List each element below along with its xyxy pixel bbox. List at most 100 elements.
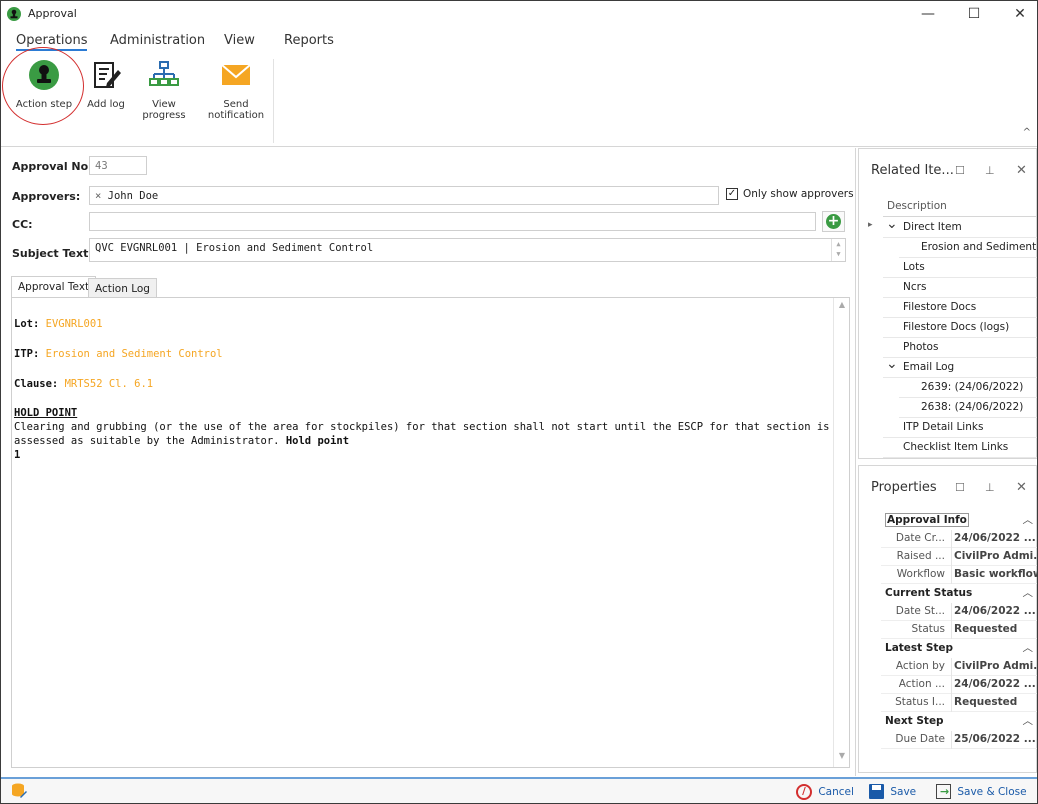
property-value: 24/06/2022 ... [951,530,1037,548]
approvers-field[interactable]: × John Doe [89,186,719,205]
property-key: Action by [895,660,945,672]
ribbon-collapse-icon[interactable]: ^ [1023,127,1031,138]
property-row[interactable]: Action by CivilPro Admi... [881,658,1037,676]
save-close-button[interactable]: → Save & Close [936,784,1027,799]
property-key: Date St... [895,605,945,617]
save-button[interactable]: Save [869,784,916,799]
approval-text-editor[interactable]: Lot: EVGNRL001 ITP: Erosion and Sediment… [11,297,850,768]
database-edit-icon[interactable] [11,783,27,799]
tree-item[interactable]: Photos [883,338,1037,358]
property-row[interactable]: Date Cr... 24/06/2022 ... [881,530,1037,548]
approval-no-label: Approval No: [12,160,93,173]
property-row[interactable]: Due Date 25/06/2022 ... [881,731,1037,749]
add-cc-button[interactable]: + [822,211,845,232]
only-show-approvers-checkbox[interactable]: ✓ [726,188,738,200]
chevron-up-icon[interactable]: ︿ [1023,713,1034,728]
remove-chip-icon[interactable]: × [95,190,101,202]
chevron-up-icon[interactable]: ︿ [1023,585,1034,600]
property-category[interactable]: Latest Step ︿ [881,640,1037,658]
float-icon[interactable]: ☐ [955,481,965,494]
property-key: Action ... [898,678,945,690]
subject-field[interactable]: QVC EVGNRL001 | Erosion and Sediment Con… [89,238,846,262]
clause-line: Clause: MRTS52 Cl. 6.1 [14,378,153,390]
subject-label: Subject Text: [12,247,93,260]
editor-scrollbar[interactable]: ▲ ▼ [833,298,849,767]
property-value: Basic workflow [951,566,1037,584]
cancel-icon: / [796,784,812,800]
add-log-button[interactable]: Add log [85,59,127,110]
related-items-title: Related Ite... [871,163,954,178]
property-value: 24/06/2022 ... [951,603,1037,621]
property-category[interactable]: Current Status ︿ [881,585,1037,603]
tree-item[interactable]: Erosion and Sediment ... [899,238,1037,258]
description-column-header[interactable]: Description [883,197,1037,217]
save-icon [869,784,884,799]
chevron-up-icon[interactable]: ︿ [1023,512,1034,527]
row-selector-icon[interactable]: ▸ [868,220,873,230]
view-progress-button[interactable]: View progress [129,59,199,121]
view-progress-label: View progress [142,99,186,121]
cc-field[interactable] [89,212,816,231]
scroll-up-icon[interactable]: ▲ [834,300,850,314]
ribbon-tabs: Operations Administration View Reports [1,27,1037,53]
send-notification-button[interactable]: Send notification [205,59,267,121]
minimize-button[interactable]: — [905,3,951,25]
property-row[interactable]: Raised ... CivilPro Admi... [881,548,1037,566]
clause-link[interactable]: MRTS52 Cl. 6.1 [65,378,154,390]
tree-item[interactable]: 2638: (24/06/2022) [899,398,1037,418]
lot-link[interactable]: EVGNRL001 [46,318,103,330]
property-row[interactable]: Action ... 24/06/2022 ... [881,676,1037,694]
chevron-down-icon[interactable]: ⌄ [886,218,898,232]
itp-link[interactable]: Erosion and Sediment Control [46,348,223,360]
pin-icon[interactable]: ⊥ [985,481,995,494]
properties-panel: Properties ☐ ⊥ ✕ Approval Info ︿ Date Cr..… [858,465,1037,773]
property-value: CivilPro Admi... [951,548,1037,566]
chevron-down-icon[interactable]: ⌄ [886,358,898,372]
hold-point-text: Clearing and grubbing (or the use of the… [14,420,832,462]
approval-no-field[interactable]: 43 [89,156,147,175]
tab-reports[interactable]: Reports [284,33,334,48]
close-panel-icon[interactable]: ✕ [1016,480,1027,495]
tree-item[interactable]: Checklist Item Links [883,438,1037,458]
float-icon[interactable]: ☐ [955,164,965,177]
maximize-button[interactable]: ☐ [951,3,997,25]
close-panel-icon[interactable]: ✕ [1016,163,1027,178]
save-close-label: Save & Close [957,785,1027,798]
property-row[interactable]: Workflow Basic workflow [881,566,1037,584]
scroll-down-icon[interactable]: ▼ [834,751,850,765]
property-key: Raised ... [896,550,945,562]
tree-item[interactable]: Filestore Docs [883,298,1037,318]
property-category[interactable]: Next Step ︿ [881,713,1037,731]
tree-item[interactable]: ⌄ Direct Item [883,218,1037,238]
window-title: Approval [28,7,77,20]
hold-point-number: 1 [14,449,21,461]
envelope-icon [221,64,251,85]
property-row[interactable]: Status Requested [881,621,1037,639]
tab-action-log[interactable]: Action Log [88,278,157,298]
tree-item[interactable]: Ncrs [883,278,1037,298]
tree-item[interactable]: ITP Detail Links [883,418,1037,438]
tree-item[interactable]: 2639: (24/06/2022) [899,378,1037,398]
tab-approval-text[interactable]: Approval Text [11,276,97,298]
tree-item[interactable]: Filestore Docs (logs) [883,318,1037,338]
send-notification-label-1: Send [223,99,249,110]
property-category[interactable]: Approval Info ︿ [881,512,1037,530]
pin-icon[interactable]: ⊥ [985,164,995,177]
hold-point-heading: HOLD POINT [14,407,78,419]
tab-view[interactable]: View [224,33,255,48]
lot-label: Lot: [14,318,40,330]
tree-item[interactable]: Lots [883,258,1037,278]
property-key: Workflow [896,568,945,580]
subject-spinner[interactable]: ▲ ▼ [831,239,845,261]
clause-label: Clause: [14,378,59,390]
cancel-button[interactable]: / Cancel [796,784,854,800]
chevron-up-icon[interactable]: ︿ [1023,640,1034,655]
property-category-label: Latest Step [885,642,954,654]
close-button[interactable]: ✕ [997,3,1038,25]
tab-administration[interactable]: Administration [110,33,205,48]
tree-item[interactable]: ⌄ Email Log [883,358,1037,378]
property-row[interactable]: Status I... Requested [881,694,1037,712]
highlight-circle [2,47,84,125]
tree-item-label: Photos [903,341,939,353]
property-row[interactable]: Date St... 24/06/2022 ... [881,603,1037,621]
